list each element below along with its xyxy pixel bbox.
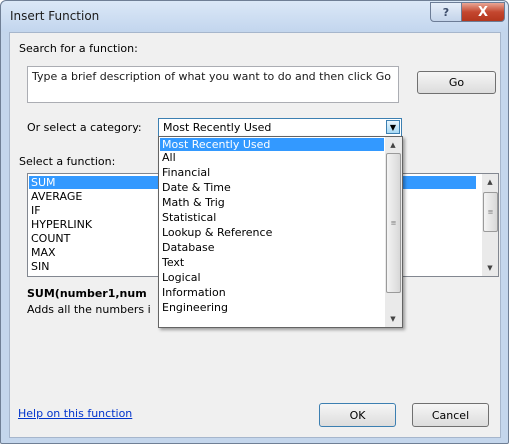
function-list-label: Select a function: — [19, 155, 116, 168]
search-label: Search for a function: — [19, 42, 138, 55]
title-bar[interactable]: Insert Function ? X — [1, 1, 508, 31]
search-placeholder: Type a brief description of what you wan… — [32, 70, 391, 83]
category-selected-value: Most Recently Used — [163, 121, 272, 134]
category-option[interactable]: Date & Time — [160, 181, 384, 194]
chevron-down-icon[interactable]: ▼ — [386, 120, 400, 134]
function-description: Adds all the numbers i — [27, 303, 151, 316]
scroll-thumb[interactable]: ≡ — [386, 153, 401, 293]
scroll-down-icon[interactable]: ▼ — [385, 311, 401, 327]
close-button[interactable]: X — [461, 2, 505, 22]
ok-button-label: OK — [349, 408, 366, 422]
help-on-function-link[interactable]: Help on this function — [18, 407, 132, 420]
category-option[interactable]: Math & Trig — [160, 196, 384, 209]
help-button[interactable]: ? — [430, 2, 462, 22]
ok-button[interactable]: OK — [319, 403, 396, 427]
category-label: Or select a category: — [27, 121, 142, 134]
category-option[interactable]: Financial — [160, 166, 384, 179]
scroll-thumb[interactable]: ≡ — [483, 192, 498, 232]
category-select[interactable]: Most Recently Used ▼ — [158, 118, 402, 138]
search-input[interactable]: Type a brief description of what you wan… — [27, 66, 399, 103]
scroll-up-icon[interactable]: ▲ — [385, 137, 401, 153]
function-list-scrollbar[interactable]: ▲ ≡ ▼ — [482, 174, 498, 276]
category-list-scrollbar[interactable]: ▲ ≡ ▼ — [385, 137, 402, 327]
cancel-button[interactable]: Cancel — [412, 403, 489, 427]
insert-function-dialog: Insert Function ? X Search for a functio… — [0, 0, 509, 444]
category-option[interactable]: Database — [160, 241, 384, 254]
category-option[interactable]: Text — [160, 256, 384, 269]
go-button-label: Go — [448, 76, 465, 89]
category-option[interactable]: Statistical — [160, 211, 384, 224]
dialog-body: Search for a function: Type a brief desc… — [9, 32, 501, 438]
category-option[interactable]: Logical — [160, 271, 384, 284]
cancel-button-label: Cancel — [431, 408, 470, 422]
scroll-up-icon[interactable]: ▲ — [482, 174, 498, 190]
category-option[interactable]: Lookup & Reference — [160, 226, 384, 239]
go-button[interactable]: Go — [417, 71, 496, 94]
scroll-down-icon[interactable]: ▼ — [482, 260, 498, 276]
category-option[interactable]: All — [160, 151, 384, 164]
category-dropdown-list[interactable]: Most Recently Used All Financial Date & … — [158, 136, 403, 328]
close-icon: X — [477, 4, 489, 20]
category-option[interactable]: Engineering — [160, 301, 384, 314]
category-option[interactable]: Information — [160, 286, 384, 299]
category-option[interactable]: Most Recently Used — [160, 138, 384, 151]
dialog-title: Insert Function — [10, 9, 100, 23]
function-signature: SUM(number1,num — [27, 287, 147, 300]
question-icon: ? — [442, 5, 450, 19]
